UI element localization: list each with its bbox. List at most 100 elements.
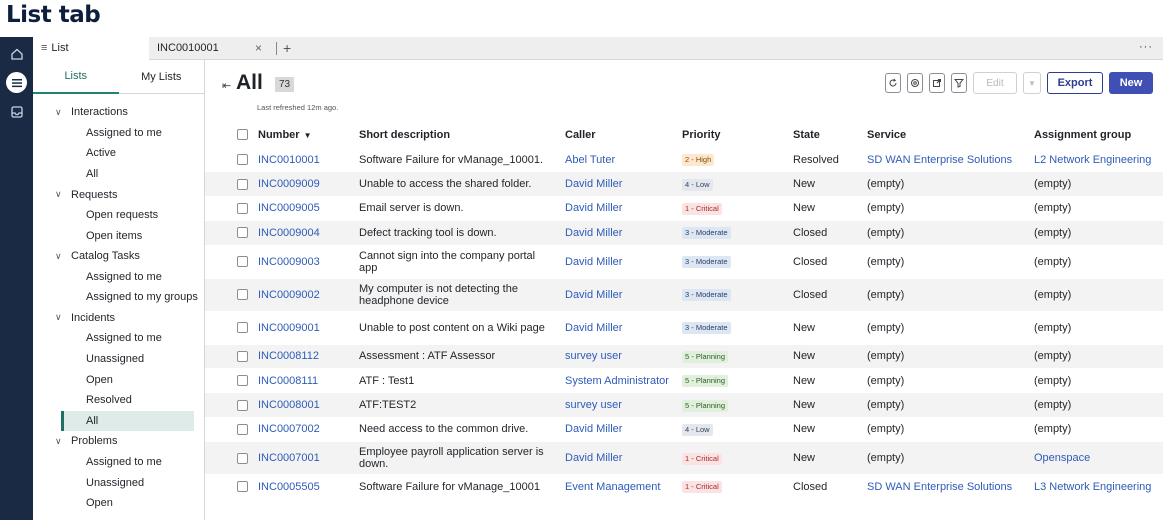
column-header-priority[interactable]: Priority — [682, 129, 793, 141]
incident-number-link[interactable]: INC0009004 — [258, 227, 359, 239]
sidebar-item[interactable]: Open requests — [33, 205, 204, 226]
incident-number-link[interactable]: INC0007002 — [258, 423, 359, 435]
sidebar-item[interactable]: Resolved — [33, 390, 204, 411]
assignment-group-link[interactable]: L3 Network Engineering — [1034, 481, 1159, 493]
column-header-state[interactable]: State — [793, 129, 867, 141]
home-button[interactable] — [6, 43, 27, 64]
row-checkbox[interactable] — [237, 154, 248, 166]
settings-button[interactable] — [907, 73, 923, 93]
table-row[interactable]: INC0009001 Unable to post content on a Wi… — [205, 312, 1163, 345]
row-checkbox[interactable] — [237, 178, 248, 190]
export-button[interactable]: Export — [1047, 72, 1103, 94]
sidebar-item[interactable]: Active — [33, 143, 204, 164]
tab-record[interactable]: INC0010001 × — [149, 37, 270, 60]
row-checkbox[interactable] — [237, 289, 248, 301]
sidebar-group[interactable]: ∨ Interactions — [33, 102, 204, 123]
sidebar-item[interactable]: Open — [33, 369, 204, 390]
assignment-group-link[interactable]: L2 Network Engineering — [1034, 154, 1159, 166]
column-header-caller[interactable]: Caller — [565, 129, 682, 141]
caller-link[interactable]: David Miller — [565, 178, 682, 190]
caller-link[interactable]: survey user — [565, 399, 682, 411]
row-checkbox[interactable] — [237, 350, 248, 362]
table-row[interactable]: INC0009005 Email server is down. David Mil… — [205, 197, 1163, 222]
add-tab-button[interactable]: + — [283, 40, 291, 56]
close-icon[interactable]: × — [255, 41, 262, 55]
caller-link[interactable]: David Miller — [565, 227, 682, 239]
sidebar-item[interactable]: All — [33, 164, 204, 185]
incident-number-link[interactable]: INC0010001 — [258, 154, 359, 166]
table-row[interactable]: INC0008001 ATF:TEST2 survey user 5 - Planni… — [205, 393, 1163, 418]
caller-link[interactable]: David Miller — [565, 423, 682, 435]
sidebar-group[interactable]: ∨ Requests — [33, 184, 204, 205]
sidebar-group[interactable]: ∨ Problems — [33, 431, 204, 452]
caller-link[interactable]: Abel Tuter — [565, 154, 682, 166]
caller-link[interactable]: David Miller — [565, 256, 682, 268]
caller-link[interactable]: David Miller — [565, 202, 682, 214]
row-checkbox[interactable] — [237, 322, 248, 334]
assignment-group-link[interactable]: Openspace — [1034, 452, 1159, 464]
table-row[interactable]: INC0010001 Software Failure for vManage_1… — [205, 148, 1163, 173]
caller-link[interactable]: survey user — [565, 350, 682, 362]
sidebar-item[interactable]: Unassigned — [33, 472, 204, 493]
table-row[interactable]: INC0008112 Assessment : ATF Assessor surve… — [205, 344, 1163, 369]
column-header-short-description[interactable]: Short description — [359, 129, 565, 141]
column-header-service[interactable]: Service — [867, 129, 1034, 141]
tab-list[interactable]: ≡ List — [33, 36, 149, 60]
sidebar-group[interactable]: ∨ Incidents — [33, 308, 204, 329]
table-row[interactable]: INC0009009 Unable to access the shared fo… — [205, 172, 1163, 197]
column-header-number[interactable]: Number ▼ — [258, 129, 359, 141]
edit-button[interactable]: Edit — [973, 72, 1017, 94]
incident-number-link[interactable]: INC0008111 — [258, 375, 359, 387]
sidebar-group[interactable]: ∨ Catalog Tasks — [33, 246, 204, 267]
row-checkbox[interactable] — [237, 423, 248, 435]
incident-number-link[interactable]: INC0009002 — [258, 289, 359, 301]
incident-number-link[interactable]: INC0008001 — [258, 399, 359, 411]
row-checkbox[interactable] — [237, 227, 248, 239]
collapse-sidebar-icon[interactable]: ⇤ — [222, 79, 231, 92]
sidebar-item[interactable]: Open — [33, 493, 204, 514]
incident-number-link[interactable]: INC0005505 — [258, 481, 359, 493]
edit-dropdown-button[interactable]: ▼ — [1023, 72, 1041, 94]
column-header-assignment-group[interactable]: Assignment group — [1034, 129, 1159, 141]
table-row[interactable]: INC0007002 Need access to the common driv… — [205, 418, 1163, 443]
row-checkbox[interactable] — [237, 452, 248, 464]
incident-number-link[interactable]: INC0009003 — [258, 256, 359, 268]
new-button[interactable]: New — [1109, 72, 1153, 94]
service-link[interactable]: SD WAN Enterprise Solutions — [867, 154, 1034, 166]
table-row[interactable]: INC0009002 My computer is not detecting t… — [205, 278, 1163, 312]
refresh-button[interactable] — [885, 73, 901, 93]
table-row[interactable]: INC0009004 Defect tracking tool is down. D… — [205, 221, 1163, 246]
table-row[interactable]: INC0007001 Employee payroll application s… — [205, 442, 1163, 476]
sidebar-item[interactable]: Assigned to me — [33, 266, 204, 287]
incident-number-link[interactable]: INC0008112 — [258, 350, 359, 362]
incident-number-link[interactable]: INC0007001 — [258, 452, 359, 464]
service-link[interactable]: SD WAN Enterprise Solutions — [867, 481, 1034, 493]
caller-link[interactable]: David Miller — [565, 452, 682, 464]
table-row[interactable]: INC0005505 Software Failure for vManage_1… — [205, 475, 1163, 500]
inbox-nav-button[interactable] — [6, 101, 27, 122]
row-checkbox[interactable] — [237, 399, 248, 411]
caller-link[interactable]: David Miller — [565, 289, 682, 301]
sidebar-item[interactable]: Open items — [33, 225, 204, 246]
caller-link[interactable]: Event Management — [565, 481, 682, 493]
incident-number-link[interactable]: INC0009001 — [258, 322, 359, 334]
sidebar-item[interactable]: Assigned to me — [33, 123, 204, 144]
sidebar-item[interactable]: Unassigned — [33, 349, 204, 370]
share-button[interactable] — [929, 73, 945, 93]
caller-link[interactable]: David Miller — [565, 322, 682, 334]
sidebar-item[interactable]: Assigned to me — [33, 452, 204, 473]
select-all-checkbox[interactable] — [237, 129, 248, 140]
incident-number-link[interactable]: INC0009009 — [258, 178, 359, 190]
table-row[interactable]: INC0008111 ATF : Test1 System Administrato… — [205, 369, 1163, 394]
more-icon[interactable]: ··· — [1139, 41, 1153, 53]
sidebar-tab-lists[interactable]: Lists — [33, 60, 119, 94]
row-checkbox[interactable] — [237, 375, 248, 387]
incident-number-link[interactable]: INC0009005 — [258, 202, 359, 214]
sidebar-item[interactable]: Assigned to my groups — [33, 287, 204, 308]
row-checkbox[interactable] — [237, 256, 248, 268]
row-checkbox[interactable] — [237, 481, 248, 493]
sidebar-item[interactable]: Assigned to me — [33, 328, 204, 349]
caller-link[interactable]: System Administrator — [565, 375, 682, 387]
row-checkbox[interactable] — [237, 202, 248, 214]
filter-button[interactable] — [951, 73, 967, 93]
